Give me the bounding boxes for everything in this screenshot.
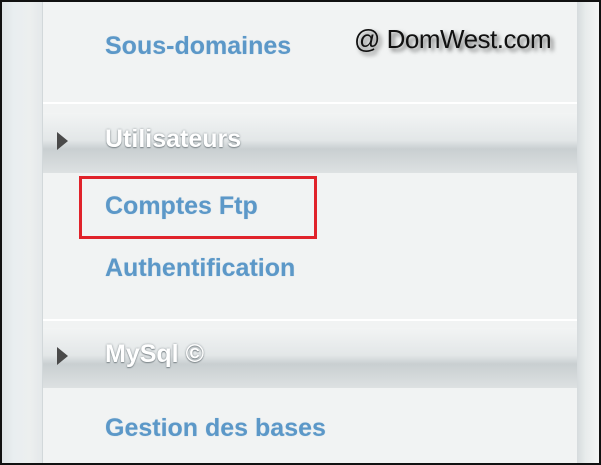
triangle-right-icon	[57, 347, 68, 365]
watermark-text: @ DomWest.com	[354, 24, 552, 54]
menu-item-sous-domaines[interactable]: Sous-domaines	[105, 32, 291, 61]
section-title: Utilisateurs	[105, 125, 242, 153]
section-header-utilisateurs[interactable]: Utilisateurs	[43, 113, 577, 173]
highlight-box	[79, 176, 317, 239]
screenshot-frame: Sous-domaines Utilisateurs Comptes Ftp A…	[0, 0, 601, 465]
left-rail	[2, 2, 42, 463]
menu-item-authentification[interactable]: Authentification	[105, 254, 295, 283]
section-header-mysql[interactable]: MySql ©	[43, 328, 577, 388]
menu-separator	[43, 319, 577, 321]
menu-item-gestion-des-bases[interactable]: Gestion des bases	[105, 414, 326, 443]
right-pane-edge	[577, 2, 599, 463]
triangle-right-icon	[57, 132, 68, 150]
section-title: MySql ©	[105, 340, 204, 368]
menu-separator	[43, 102, 577, 104]
